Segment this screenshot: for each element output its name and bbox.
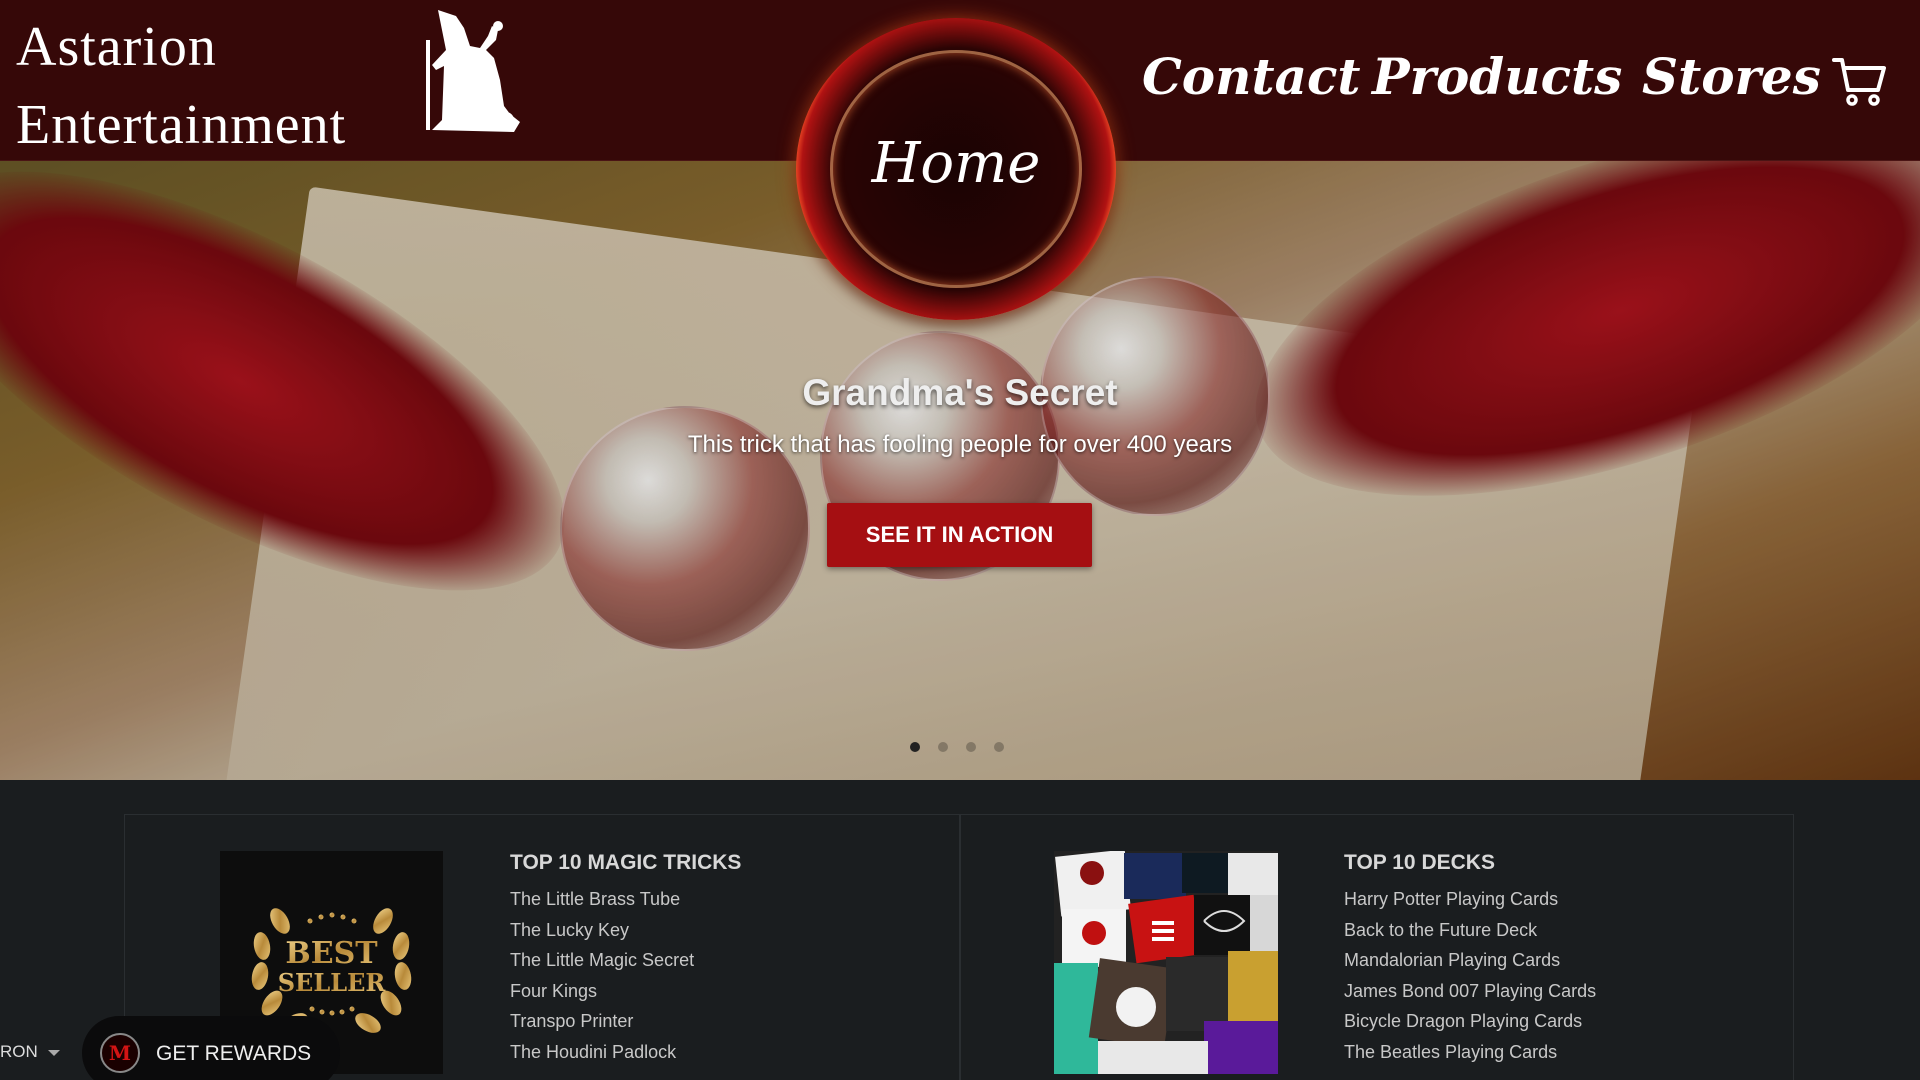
deck-collage-icon (1054, 851, 1278, 1074)
trick-item[interactable]: The Lucky Key (510, 915, 694, 946)
decks-title: TOP 10 DECKS (1344, 851, 1495, 874)
nav-stores[interactable]: Stores (1642, 42, 1821, 112)
trick-item[interactable]: The Houdini Padlock (510, 1037, 694, 1068)
rewards-label: GET REWARDS (156, 1042, 312, 1065)
wizard-logo-icon (426, 10, 520, 132)
hero-subtitle: This trick that has fooling people for o… (687, 431, 1233, 458)
brand-line2: Entertainment (16, 94, 347, 156)
rewards-logo-icon: M (100, 1033, 140, 1073)
trick-item[interactable]: Four Kings (510, 976, 694, 1007)
slider-dot[interactable] (910, 742, 920, 752)
home-button[interactable]: Home (796, 18, 1116, 320)
trick-item[interactable]: The Little Brass Tube (510, 884, 694, 915)
cart-icon[interactable] (1832, 56, 1886, 108)
caret-down-icon (47, 1049, 60, 1056)
hero-title: Grandma's Secret (802, 372, 1118, 413)
badge-line2: SELLER (278, 968, 387, 997)
decks-image[interactable] (1054, 851, 1278, 1074)
home-label: Home (871, 131, 1041, 196)
get-rewards-button[interactable]: M GET REWARDS (82, 1016, 340, 1080)
deck-item[interactable]: Harry Potter Playing Cards (1344, 884, 1596, 915)
slider-dots (910, 742, 1004, 754)
trick-item[interactable]: Transpo Printer (510, 1006, 694, 1037)
see-it-in-action-button[interactable]: SEE IT IN ACTION (827, 503, 1092, 567)
nav-contact[interactable]: Contact (1142, 42, 1361, 112)
slider-dot[interactable] (994, 742, 1004, 752)
nav-products[interactable]: Products (1372, 42, 1622, 112)
deck-item[interactable]: Back to the Future Deck (1344, 915, 1596, 946)
badge-line1: BEST (285, 936, 378, 971)
trick-item[interactable]: The Little Magic Secret (510, 945, 694, 976)
language-label: RON (0, 1042, 38, 1061)
deck-item[interactable]: The Beatles Playing Cards (1344, 1037, 1596, 1068)
slider-dot[interactable] (938, 742, 948, 752)
tricks-list: The Little Brass Tube The Lucky Key The … (510, 884, 694, 1067)
decks-list: Harry Potter Playing Cards Back to the F… (1344, 884, 1596, 1067)
tricks-title: TOP 10 MAGIC TRICKS (510, 851, 742, 874)
brand-name[interactable]: Astarion Entertainment (16, 8, 346, 164)
deck-item[interactable]: Bicycle Dragon Playing Cards (1344, 1006, 1596, 1037)
deck-item[interactable]: James Bond 007 Playing Cards (1344, 976, 1596, 1007)
brand-line1: Astarion (16, 16, 217, 78)
deck-item[interactable]: Mandalorian Playing Cards (1344, 945, 1596, 976)
language-selector[interactable]: RON (0, 1040, 60, 1064)
slider-dot[interactable] (966, 742, 976, 752)
